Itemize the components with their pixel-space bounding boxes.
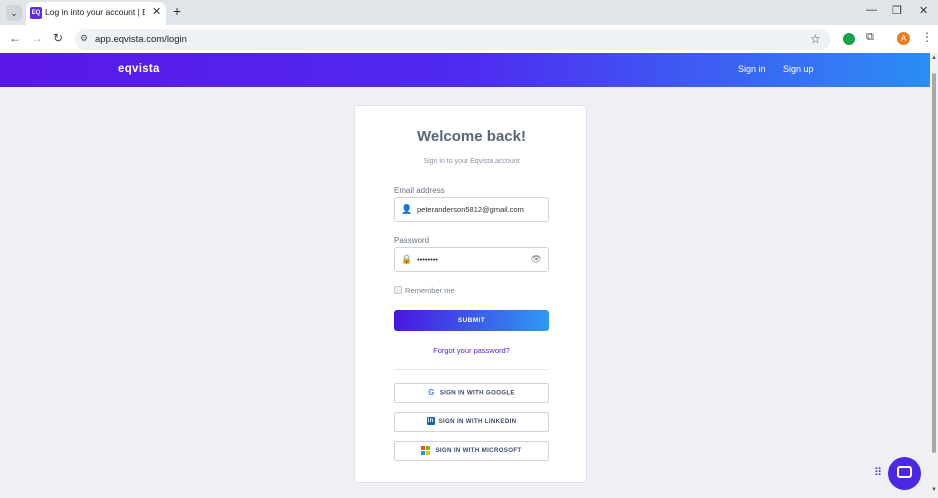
page-subtitle: Sign in to your Eqvista account	[423, 158, 520, 165]
remember-me-checkbox[interactable]	[394, 286, 402, 294]
tab-title: Log in into your account | Eqvista	[45, 7, 145, 17]
extension-icon[interactable]	[843, 33, 855, 45]
microsoft-signin-label: SIGN IN WITH MICROSOFT	[435, 447, 522, 454]
profile-avatar[interactable]: A	[897, 32, 910, 45]
header-signin-link[interactable]: Sign in	[738, 64, 766, 74]
login-card: Welcome back! Sign in to your Eqvista ac…	[354, 105, 587, 483]
google-signin-button[interactable]: G SIGN IN WITH GOOGLE	[394, 383, 549, 403]
email-field[interactable]: 👤 peteranderson5812@gmail.com	[394, 197, 549, 222]
back-icon[interactable]: ←	[9, 31, 21, 45]
extensions-puzzle-icon[interactable]: ⧉	[866, 31, 874, 44]
new-tab-button[interactable]: +	[173, 3, 181, 19]
linkedin-signin-button[interactable]: in SIGN IN WITH LINKEDIN	[394, 412, 549, 432]
browser-tab-bar: ⌄ EQ Log in into your account | Eqvista …	[0, 0, 938, 25]
reload-icon[interactable]: ↻	[53, 31, 63, 45]
email-label: Email address	[394, 186, 445, 195]
browser-toolbar: ← → ↻ ⚙ app.eqvista.com/login ☆ ⧉ A ⋮	[0, 25, 938, 53]
scroll-down-icon[interactable]: ▼	[931, 487, 937, 493]
url-text[interactable]: app.eqvista.com/login	[95, 34, 187, 45]
tab-search-icon[interactable]: ⌄	[6, 5, 22, 21]
bookmark-star-icon[interactable]: ☆	[810, 32, 821, 46]
google-signin-label: SIGN IN WITH GOOGLE	[439, 389, 515, 397]
browser-menu-icon[interactable]: ⋮	[921, 30, 933, 44]
scroll-thumb[interactable]	[932, 73, 936, 453]
google-icon: G	[428, 388, 435, 397]
scroll-up-icon[interactable]: ▲	[931, 55, 937, 61]
close-window-button[interactable]: ✕	[919, 4, 928, 17]
restore-button[interactable]: ❐	[892, 4, 902, 17]
lock-icon: 🔒	[401, 254, 413, 264]
page-title: Welcome back!	[417, 128, 526, 145]
chat-bubble-icon	[897, 466, 912, 478]
remember-me-label[interactable]: Remember me	[405, 286, 455, 295]
microsoft-icon	[421, 445, 431, 455]
tab-close-icon[interactable]: ✕	[152, 5, 161, 18]
browser-tab[interactable]: EQ Log in into your account | Eqvista ✕	[26, 2, 166, 25]
apps-grid-icon[interactable]: ⠿	[874, 466, 882, 479]
linkedin-signin-label: SIGN IN WITH LINKEDIN	[438, 418, 517, 425]
eqvista-logo[interactable]: eqvista	[118, 63, 160, 75]
user-icon: 👤	[401, 204, 413, 214]
submit-button[interactable]: SUBMIT	[394, 310, 549, 331]
page-scrollbar[interactable]: ▲ ▼	[930, 53, 938, 498]
minimize-button[interactable]: —	[866, 4, 877, 16]
linkedin-icon: in	[426, 417, 435, 426]
address-bar[interactable]: ⚙ app.eqvista.com/login ☆	[75, 29, 831, 50]
password-field[interactable]: 🔒 •••••••• 👁	[394, 247, 549, 272]
forward-icon[interactable]: →	[31, 31, 43, 45]
site-info-icon[interactable]: ⚙	[80, 33, 88, 44]
site-header: eqvista Sign in Sign up	[0, 53, 930, 87]
password-label: Password	[394, 236, 430, 245]
header-signup-link[interactable]: Sign up	[783, 64, 814, 74]
email-value[interactable]: peteranderson5812@gmail.com	[417, 205, 524, 214]
tab-favicon: EQ	[30, 7, 42, 19]
show-password-icon[interactable]: 👁	[531, 254, 542, 265]
forgot-password-link[interactable]: Forgot your password?	[355, 346, 588, 355]
password-value[interactable]: ••••••••	[417, 255, 438, 264]
divider	[394, 369, 549, 370]
microsoft-signin-button[interactable]: SIGN IN WITH MICROSOFT	[394, 441, 549, 461]
chat-support-button[interactable]	[888, 457, 921, 490]
